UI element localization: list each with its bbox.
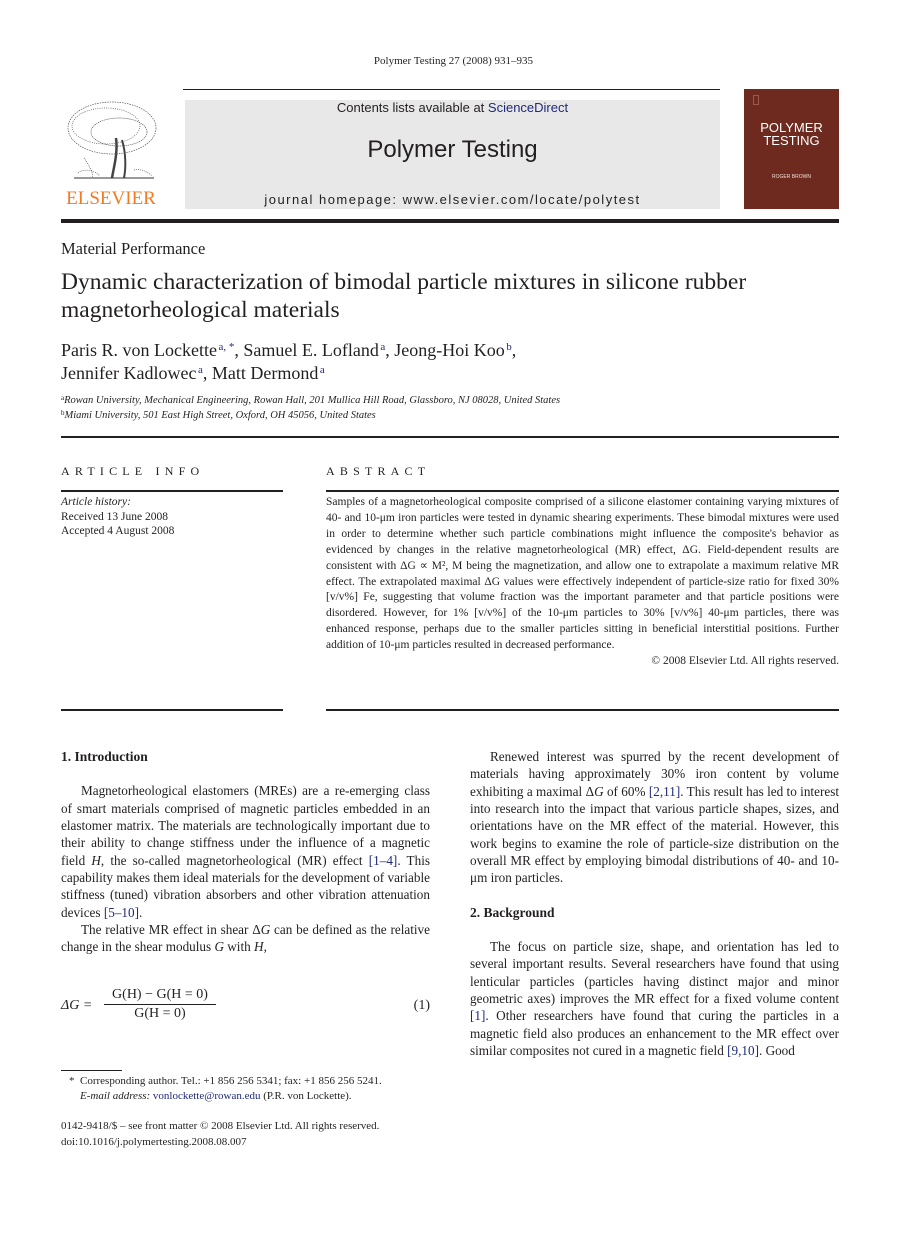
affiliation: aRowan University, Mechanical Engineerin… xyxy=(61,394,561,407)
article-title: Dynamic characterization of bimodal part… xyxy=(61,269,747,323)
equation-denominator: G(H = 0) xyxy=(134,1006,186,1021)
author-name[interactable]: Jeong-Hoi Koo xyxy=(394,340,505,360)
body-column-right: Renewed interest was spurred by the rece… xyxy=(470,748,839,1060)
body-column-left: 1. Introduction Magnetorheological elast… xyxy=(61,748,430,956)
accepted-date: Accepted 4 August 2008 xyxy=(61,525,175,537)
paragraph: The focus on particle size, shape, and o… xyxy=(470,939,839,1059)
paragraph: Renewed interest was spurred by the rece… xyxy=(470,749,839,886)
doi-link[interactable]: doi:10.1016/j.polymertesting.2008.08.007 xyxy=(61,1134,379,1150)
contents-line: Contents lists available at ScienceDirec… xyxy=(185,100,720,115)
masthead-rule xyxy=(61,219,839,223)
author-name[interactable]: Samuel E. Lofland xyxy=(243,340,378,360)
header-rule xyxy=(61,436,839,438)
abstract-rule xyxy=(326,490,839,492)
elsevier-tree-icon xyxy=(67,101,157,179)
author-name[interactable]: Paris R. von Lockette xyxy=(61,340,217,360)
elsevier-logo[interactable]: ELSEVIER xyxy=(60,98,162,210)
equation-numerator: G(H) − G(H = 0) xyxy=(104,987,216,1005)
abstract-body: Samples of a magnetorheological composit… xyxy=(326,495,839,670)
equation-1: ΔG = G(H) − G(H = 0) G(H = 0) (1) xyxy=(61,987,430,1027)
cover-emblem-icon xyxy=(753,95,759,105)
footnote-rule xyxy=(61,1070,122,1071)
cover-editor: ROGER BROWN xyxy=(772,174,811,180)
cover-title: POLYMER TESTING xyxy=(760,120,823,148)
paragraph: The relative MR effect in shear ΔG can b… xyxy=(61,922,430,955)
citation-link[interactable]: [2,11] xyxy=(649,784,680,799)
abstract-text: Samples of a magnetorheological composit… xyxy=(326,496,839,652)
issn-line: 0142-9418/$ – see front matter © 2008 El… xyxy=(61,1120,380,1132)
history-label: Article history: xyxy=(61,496,131,508)
article-info-heading: ARTICLE INFO xyxy=(61,464,205,478)
section-heading-background: 2. Background xyxy=(470,904,555,920)
journal-cover[interactable]: POLYMER TESTING ROGER BROWN xyxy=(744,89,839,209)
article-history: Article history: Received 13 June 2008 A… xyxy=(61,495,174,539)
author-list: Paris R. von Lockette a, *, Samuel E. Lo… xyxy=(61,340,517,383)
author-name[interactable]: Matt Dermond xyxy=(212,363,318,383)
elsevier-wordmark: ELSEVIER xyxy=(66,188,156,209)
author-email-link[interactable]: vonlockette@rowan.edu xyxy=(153,1090,261,1102)
running-head: Polymer Testing 27 (2008) 931–935 xyxy=(373,55,534,67)
equation-number: (1) xyxy=(413,998,430,1013)
section-label: Material Performance xyxy=(61,239,206,258)
journal-homepage-link[interactable]: journal homepage: www.elsevier.com/locat… xyxy=(185,192,720,207)
citation-link[interactable]: [1] xyxy=(470,1008,485,1023)
citation-link[interactable]: [1–4] xyxy=(369,853,398,868)
citation-link[interactable]: [5–10] xyxy=(104,905,139,920)
corresponding-author-footnote: * Corresponding author. Tel.: +1 856 256… xyxy=(69,1075,382,1102)
front-matter: 0142-9418/$ – see front matter © 2008 El… xyxy=(61,1118,379,1150)
sciencedirect-link[interactable]: ScienceDirect xyxy=(488,100,568,115)
author-name[interactable]: Jennifer Kadlowec xyxy=(61,363,196,383)
article-info-bottom-rule xyxy=(61,709,283,711)
author-affil-marker[interactable]: a xyxy=(320,364,325,376)
abstract-heading: ABSTRACT xyxy=(326,464,431,478)
citation-link[interactable]: [9,10] xyxy=(727,1043,759,1058)
equation-lhs: ΔG = xyxy=(61,998,93,1013)
contents-prefix: Contents lists available at xyxy=(336,100,488,115)
journal-banner: Contents lists available at ScienceDirec… xyxy=(185,100,720,209)
journal-title: Polymer Testing xyxy=(367,136,538,163)
abstract-bottom-rule xyxy=(326,709,839,711)
top-rule xyxy=(183,89,720,90)
abstract-copyright: © 2008 Elsevier Ltd. All rights reserved… xyxy=(651,655,839,668)
paragraph: Magnetorheological elastomers (MREs) are… xyxy=(61,783,430,920)
equation-fraction: G(H) − G(H = 0) G(H = 0) xyxy=(104,987,216,1022)
affiliation: bMiami University, 501 East High Street,… xyxy=(61,409,376,422)
affiliations: aRowan University, Mechanical Engineerin… xyxy=(61,393,560,423)
section-heading-introduction: 1. Introduction xyxy=(61,749,148,764)
author-affil-marker[interactable]: a, * xyxy=(219,341,235,353)
received-date: Received 13 June 2008 xyxy=(61,510,168,523)
article-info-rule xyxy=(61,490,283,492)
